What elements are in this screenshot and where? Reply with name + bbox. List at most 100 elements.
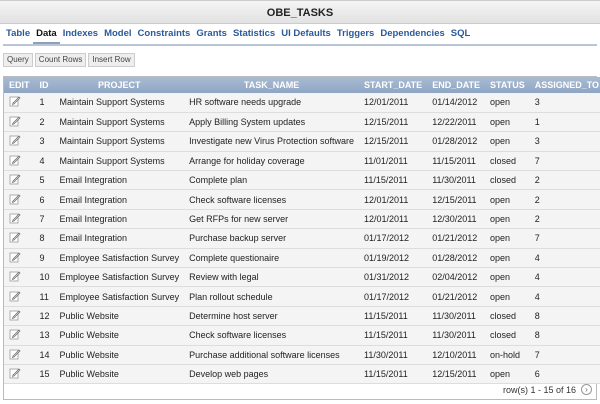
cell-id: 9 [34,248,55,269]
cell-start-date: 11/15/2011 [359,306,428,327]
cell-id: 1 [34,93,55,113]
cell-start-date: 12/01/2011 [359,209,428,230]
cell-start-date: 12/15/2011 [359,131,428,152]
cell-project: Employee Satisfaction Survey [54,248,185,269]
cell-status: closed [485,325,530,346]
edit-icon[interactable] [9,270,21,282]
cell-project: Maintain Support Systems [54,151,185,172]
cell-status: closed [485,151,530,172]
cell-project: Email Integration [54,228,185,249]
cell-project: Employee Satisfaction Survey [54,286,185,307]
tab-sql[interactable]: SQL [448,27,474,44]
cell-end-date: 11/30/2011 [427,170,486,191]
column-header-assigned_to[interactable]: ASSIGNED_TO [529,77,600,93]
cell-end-date: 11/30/2011 [427,325,486,346]
cell-project: Maintain Support Systems [54,112,185,133]
cell-id: 4 [34,151,55,172]
cell-status: open [485,112,530,133]
edit-icon[interactable] [9,367,21,379]
edit-icon[interactable] [9,309,21,321]
edit-icon[interactable] [9,231,21,243]
table-row: 4 Maintain Support Systems Arrange for hol… [4,151,600,172]
column-header-end_date[interactable]: END_DATE [427,77,486,93]
cell-start-date: 12/15/2011 [359,112,428,133]
cell-end-date: 01/14/2012 [427,93,486,113]
cell-assigned-to: 7 [529,228,600,249]
table-row: 7 Email Integration Get RFPs for new serve… [4,209,600,230]
edit-icon[interactable] [9,193,21,205]
column-header-edit[interactable]: EDIT [4,77,35,93]
cell-id: 8 [34,228,55,249]
edit-cell [4,364,35,385]
count-rows-button[interactable]: Count Rows [34,53,87,67]
edit-icon[interactable] [9,154,21,166]
table-row: 12 Public Website Determine host server 11/… [4,306,600,327]
chevron-right-circle-icon[interactable]: › [581,384,592,395]
edit-icon[interactable] [9,251,21,263]
cell-task-name: Get RFPs for new server [184,209,360,230]
cell-task-name: Complete plan [184,170,360,191]
column-header-id[interactable]: ID [34,77,55,93]
edit-icon[interactable] [9,212,21,224]
column-header-status[interactable]: STATUS [485,77,530,93]
column-header-start_date[interactable]: START_DATE [359,77,428,93]
table-row: 3 Maintain Support Systems Investigate new… [4,131,600,152]
cell-end-date: 12/22/2011 [427,112,486,133]
table-row: 11 Employee Satisfaction Survey Plan rollo… [4,286,600,307]
edit-icon[interactable] [9,95,21,107]
tab-grants[interactable]: Grants [193,27,230,44]
edit-cell [4,170,35,191]
cell-end-date: 01/28/2012 [427,248,486,269]
cell-end-date: 01/28/2012 [427,131,486,152]
column-header-project[interactable]: PROJECT [54,77,185,93]
cell-assigned-to: 7 [529,151,600,172]
cell-assigned-to: 7 [529,345,600,365]
table-row: 9 Employee Satisfaction Survey Complete qu… [4,248,600,269]
table-row: 10 Employee Satisfaction Survey Review wit… [4,267,600,288]
cell-status: open [485,248,530,269]
cell-start-date: 11/15/2011 [359,325,428,346]
cell-assigned-to: 2 [529,209,600,230]
tab-data[interactable]: Data [33,27,60,44]
tab-statistics[interactable]: Statistics [230,27,278,44]
cell-project: Public Website [54,325,185,346]
cell-project: Maintain Support Systems [54,93,185,113]
cell-id: 6 [34,189,55,210]
cell-task-name: Complete questionaire [184,248,360,269]
cell-status: open [485,364,530,385]
tab-dependencies[interactable]: Dependencies [377,27,447,44]
edit-cell [4,112,35,133]
cell-task-name: Investigate new Virus Protection softwar… [184,131,360,152]
cell-end-date: 02/04/2012 [427,267,486,288]
tab-triggers[interactable]: Triggers [334,27,378,44]
edit-icon[interactable] [9,328,21,340]
tab-model[interactable]: Model [101,27,134,44]
tab-ui-defaults[interactable]: UI Defaults [278,27,334,44]
cell-task-name: Develop web pages [184,364,360,385]
tab-constraints[interactable]: Constraints [135,27,194,44]
table-row: 5 Email Integration Complete plan 11/15/201… [4,170,600,191]
tab-table[interactable]: Table [3,27,33,44]
edit-icon[interactable] [9,348,21,360]
cell-task-name: Purchase backup server [184,228,360,249]
cell-start-date: 01/31/2012 [359,267,428,288]
column-header-task_name[interactable]: TASK_NAME [184,77,360,93]
pagination: row(s) 1 - 15 of 16 › [503,384,592,395]
cell-task-name: HR software needs upgrade [184,93,360,113]
cell-id: 7 [34,209,55,230]
header-row: EDIT ID PROJECT TASK_NAME START_DATE END_DATE… [4,77,600,93]
cell-task-name: Review with legal [184,267,360,288]
cell-project: Public Website [54,345,185,365]
insert-row-button[interactable]: Insert Row [88,53,135,67]
cell-id: 5 [34,170,55,191]
edit-cell [4,286,35,307]
edit-icon[interactable] [9,290,21,302]
query-button[interactable]: Query [3,53,33,67]
tab-indexes[interactable]: Indexes [60,27,101,44]
edit-icon[interactable] [9,115,21,127]
cell-id: 12 [34,306,55,327]
edit-icon[interactable] [9,134,21,146]
cell-project: Public Website [54,306,185,327]
cell-status: open [485,228,530,249]
edit-icon[interactable] [9,173,21,185]
